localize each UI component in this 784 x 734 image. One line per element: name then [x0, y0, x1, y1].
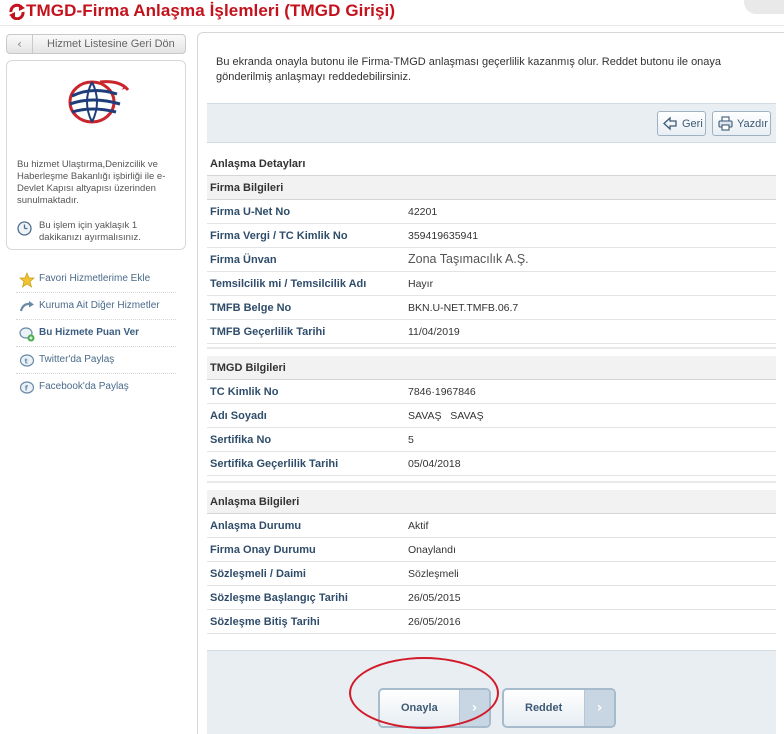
chevron-left-icon: ‹ [7, 35, 33, 53]
back-button-label: Hizmet Listesine Geri Dön [47, 38, 175, 50]
rate-icon [19, 327, 35, 342]
detail-row: TC Kimlik No 7846·1967846 [207, 380, 776, 404]
ministry-globe-logo [68, 80, 130, 124]
row-label: Adı Soyadı [210, 410, 267, 422]
row-value: Onaylandı [408, 544, 456, 556]
back-button[interactable]: Geri [657, 111, 706, 136]
section-divider [207, 481, 776, 483]
row-label: TMFB Belge No [210, 302, 292, 314]
main-content-panel: Bu ekranda onayla butonu ile Firma-TMGD … [197, 32, 784, 734]
detail-row: TMFB Belge No BKN.U-NET.TMFB.06.7 [207, 296, 776, 320]
detail-row: Temsilcilik mi / Temsilcilik Adı Hayır [207, 272, 776, 296]
row-value: SAVAŞ SAVAŞ [408, 410, 484, 422]
detail-row: Anlaşma Durumu Aktif [207, 514, 776, 538]
row-value: 5 [408, 434, 414, 446]
row-label: Sertifika Geçerlilik Tarihi [210, 458, 339, 470]
sidebar-links: Favori Hizmetlerime Ekle Kuruma Ait Diğe… [16, 266, 176, 401]
row-label: Firma Vergi / TC Kimlik No [210, 230, 348, 242]
twitter-icon: t [19, 354, 35, 367]
estimated-time-note: Bu işlem için yaklaşık 1 dakikanızı ayır… [39, 220, 141, 243]
detail-row: Sözleşme Başlangıç Tarihi 26/05/2015 [207, 586, 776, 610]
row-label: TMFB Geçerlilik Tarihi [210, 326, 326, 338]
row-value: 7846·1967846 [408, 386, 476, 398]
detail-row: Firma Ünvan Zona Taşımacılık A.Ş. [207, 248, 776, 272]
detail-row: Adı Soyadı SAVAŞ SAVAŞ [207, 404, 776, 428]
row-value: 26/05/2016 [408, 616, 461, 628]
sidebar-link-favorites[interactable]: Favori Hizmetlerime Ekle [16, 266, 176, 293]
service-info-box: Bu hizmet Ulaştırma,Denizcilik ve Haberl… [6, 60, 186, 250]
sidebar-link-facebook-share[interactable]: f Facebook'da Paylaş [16, 374, 176, 401]
sidebar-link-other-services[interactable]: Kuruma Ait Diğer Hizmetler [16, 293, 176, 320]
detail-row: Sözleşmeli / Daimi Sözleşmeli [207, 562, 776, 586]
row-label: Sözleşme Başlangıç Tarihi [210, 592, 348, 604]
clock-icon [17, 221, 32, 236]
refresh-logo-icon [9, 3, 25, 20]
row-value: 42201 [408, 206, 438, 218]
page-header: TMGD-Firma Anlaşma İşlemleri (TMGD Giriş… [0, 0, 784, 26]
row-value: 359419635941 [408, 230, 479, 242]
facebook-icon: f [19, 381, 35, 394]
tmgd-info-title: TMGD Bilgileri [207, 356, 776, 380]
row-value: Aktif [408, 520, 429, 532]
reject-button-label: Reddet [525, 702, 563, 714]
detail-row: Sözleşme Bitiş Tarihi 26/05/2016 [207, 610, 776, 634]
highlight-annotation-circle [349, 657, 499, 729]
sidebar-link-rate-service[interactable]: Bu Hizmete Puan Ver [16, 320, 176, 347]
row-label: Temsilcilik mi / Temsilcilik Adı [210, 278, 367, 290]
reject-button[interactable]: Reddet › [502, 688, 616, 728]
section-divider [207, 347, 776, 349]
row-label: Sözleşme Bitiş Tarihi [210, 616, 320, 628]
row-value: Zona Taşımacılık A.Ş. [408, 252, 529, 266]
printer-icon [718, 116, 733, 131]
chevron-right-icon: › [584, 690, 614, 726]
intro-text: Bu ekranda onayla butonu ile Firma-TMGD … [216, 56, 722, 83]
back-arrow-icon [663, 116, 677, 131]
print-button[interactable]: Yazdır [712, 111, 771, 136]
row-label: Anlaşma Durumu [210, 520, 302, 532]
row-label: Firma Onay Durumu [210, 544, 316, 556]
row-label: Firma U-Net No [210, 206, 291, 218]
star-icon [19, 272, 35, 288]
page-title: TMGD-Firma Anlaşma İşlemleri (TMGD Giriş… [26, 1, 396, 20]
sidebar-link-twitter-share[interactable]: t Twitter'da Paylaş [16, 347, 176, 374]
row-value: 26/05/2015 [408, 592, 461, 604]
row-label: Sertifika No [210, 434, 272, 446]
detail-row: TMFB Geçerlilik Tarihi 11/04/2019 [207, 320, 776, 344]
detail-row: Firma Vergi / TC Kimlik No 359419635941 [207, 224, 776, 248]
row-value: 05/04/2018 [408, 458, 461, 470]
row-value: 11/04/2019 [408, 326, 460, 338]
agreement-info-title: Anlaşma Bilgileri [207, 490, 776, 514]
action-toolbar: Geri Yazdır [207, 103, 776, 143]
row-value: Hayır [408, 278, 434, 290]
header-corner-decoration [744, 0, 784, 14]
detail-row: Firma Onay Durumu Onaylandı [207, 538, 776, 562]
back-to-service-list-button[interactable]: ‹ Hizmet Listesine Geri Dön [6, 34, 186, 54]
row-label: Firma Ünvan [210, 254, 277, 266]
company-info-title: Firma Bilgileri [207, 176, 776, 200]
detail-row: Sertifika Geçerlilik Tarihi 05/04/2018 [207, 452, 776, 476]
row-value: Sözleşmeli [408, 568, 459, 580]
detail-row: Sertifika No 5 [207, 428, 776, 452]
arrow-icon [19, 301, 34, 312]
agreement-details-title: Anlaşma Detayları [207, 152, 776, 176]
row-value: BKN.U-NET.TMFB.06.7 [408, 302, 519, 314]
service-description: Bu hizmet Ulaştırma,Denizcilik ve Haberl… [17, 159, 166, 206]
detail-row: Firma U-Net No 42201 [207, 200, 776, 224]
row-label: TC Kimlik No [210, 386, 279, 398]
row-label: Sözleşmeli / Daimi [210, 568, 306, 580]
